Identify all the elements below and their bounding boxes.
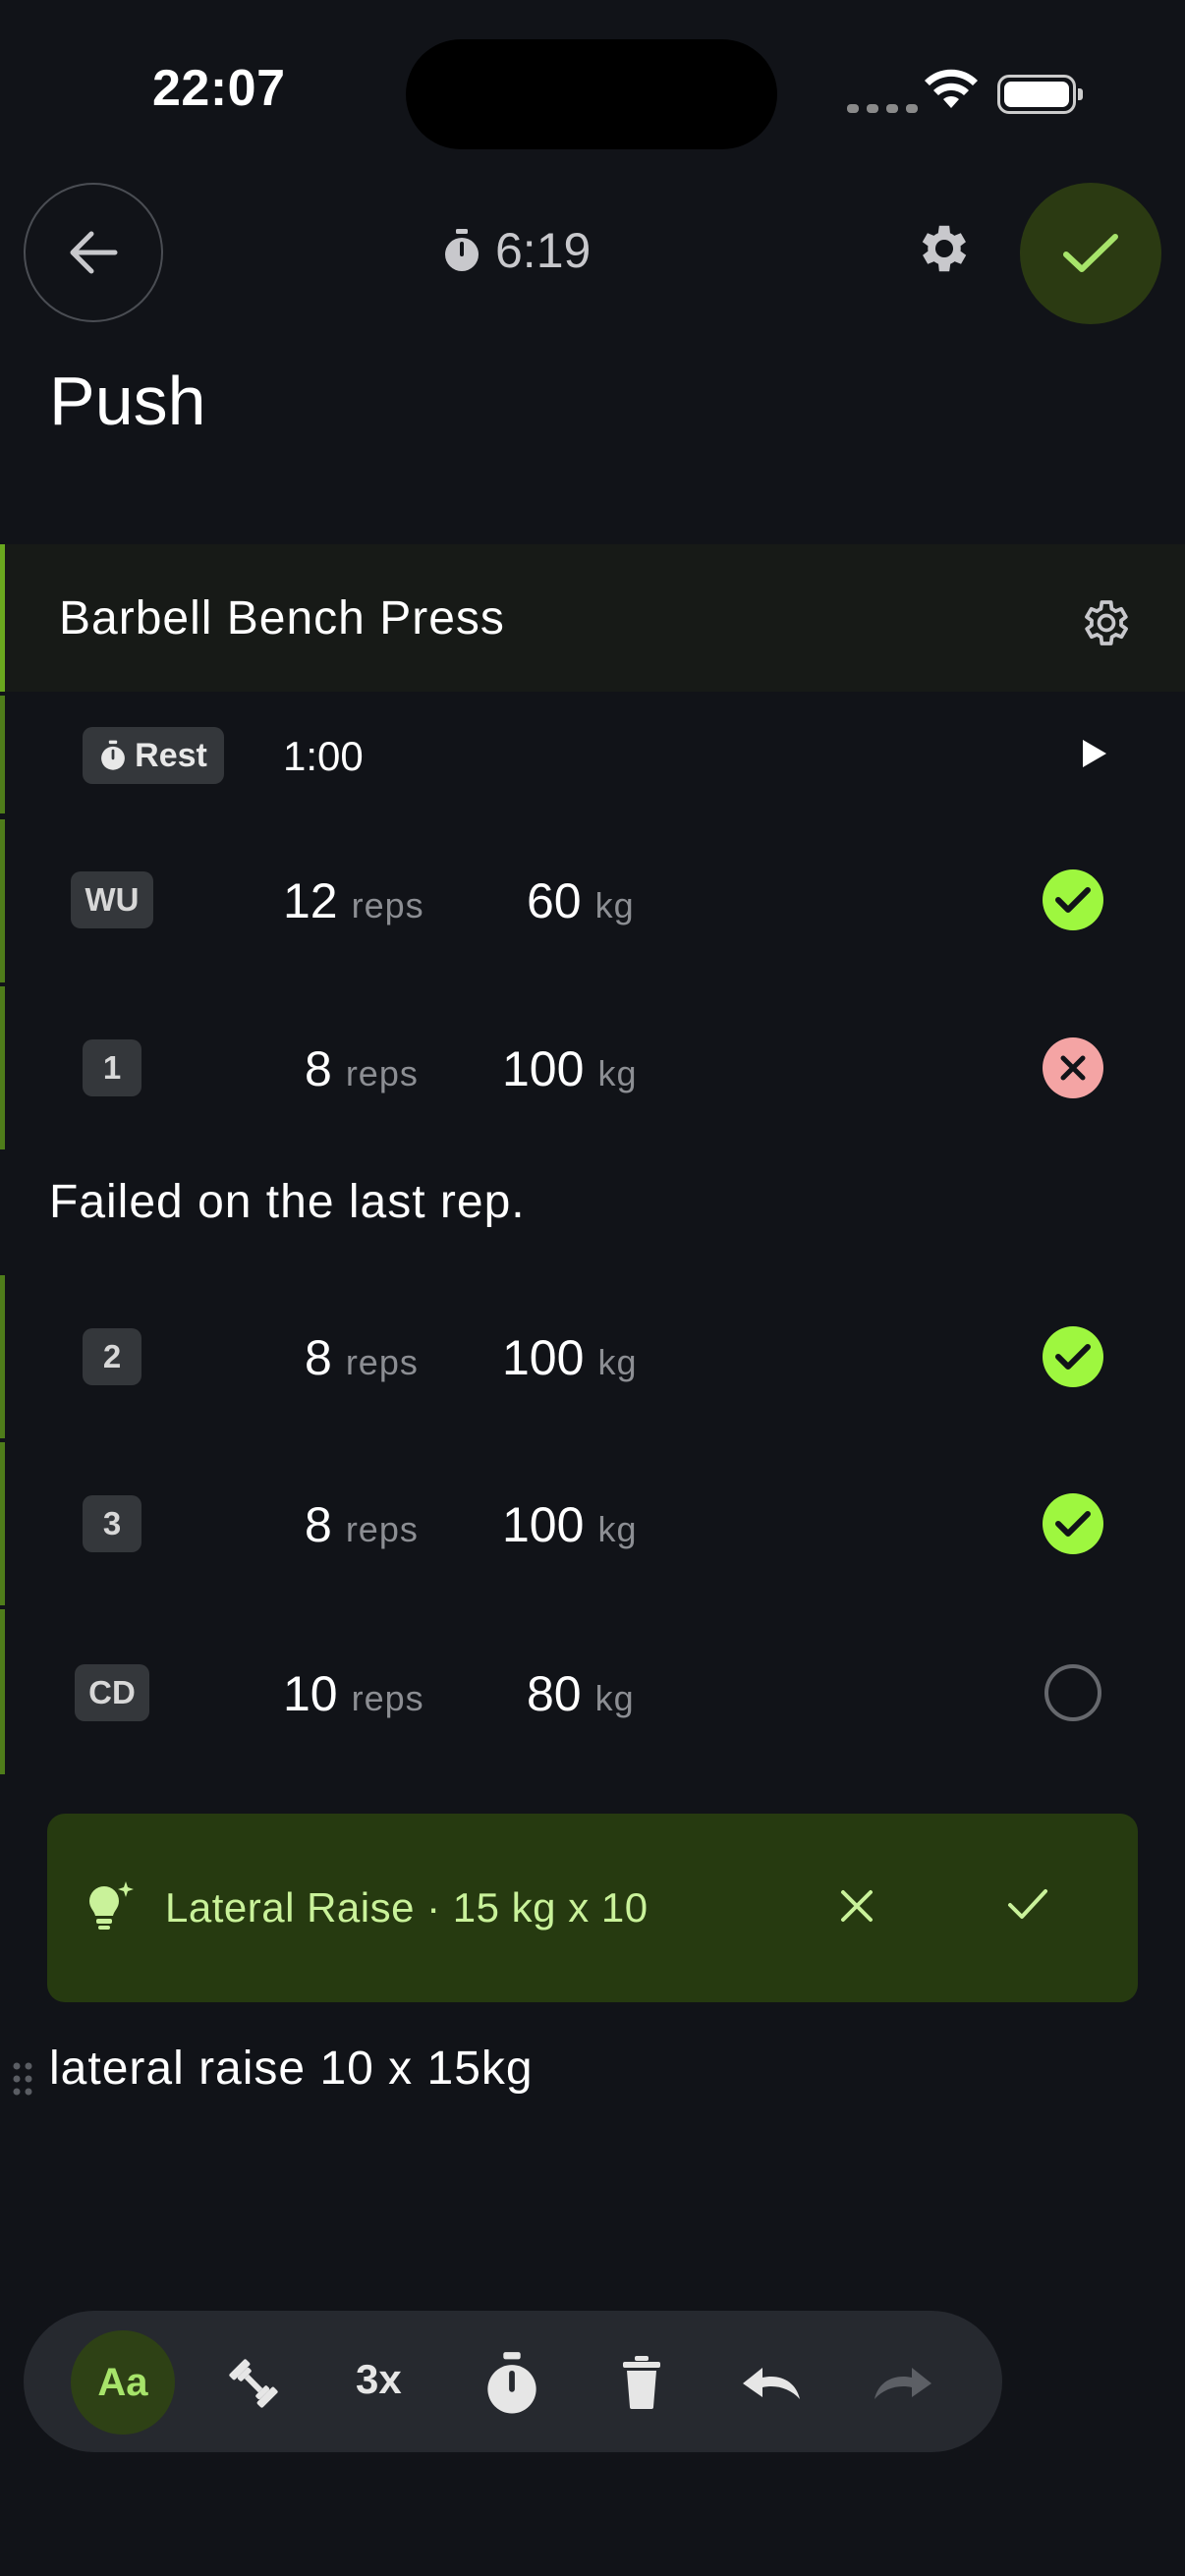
redo-button[interactable] — [869, 2360, 933, 2408]
close-icon — [1060, 1055, 1086, 1081]
check-icon — [1008, 1889, 1047, 1919]
workout-title: Push — [49, 363, 206, 439]
stopwatch-icon — [487, 2352, 536, 2414]
set-complete-checkbox[interactable] — [1043, 869, 1103, 930]
row-indicator — [0, 819, 5, 982]
start-rest-button[interactable] — [1077, 737, 1110, 775]
exercise-settings-button[interactable] — [1079, 595, 1134, 655]
set-badge[interactable]: 1 — [83, 1039, 141, 1096]
play-icon — [1083, 740, 1106, 767]
set-weight[interactable]: 80 kg — [527, 1665, 635, 1722]
check-icon — [1055, 1344, 1091, 1370]
row-indicator — [0, 696, 5, 813]
lightbulb-sparkle-icon — [83, 1878, 138, 1938]
set-reps[interactable]: 10 reps — [283, 1665, 424, 1722]
accept-suggestion-button[interactable] — [1006, 1886, 1049, 1927]
set-weight[interactable]: 100 kg — [502, 1040, 637, 1097]
set-badge[interactable]: 3 — [83, 1495, 141, 1552]
workout-timer: 6:19 — [442, 222, 591, 279]
finish-workout-button[interactable] — [1020, 183, 1161, 324]
rest-duration[interactable]: 1:00 — [283, 733, 364, 780]
set-weight[interactable]: 100 kg — [502, 1329, 637, 1386]
cellular-signal-icon — [847, 104, 918, 113]
set-badge[interactable]: 2 — [83, 1328, 141, 1385]
set-weight[interactable]: 100 kg — [502, 1496, 637, 1553]
gear-icon — [922, 225, 967, 272]
text-mode-button[interactable]: Aa — [71, 2330, 175, 2435]
stopwatch-icon — [445, 229, 479, 271]
undo-icon — [743, 2368, 800, 2399]
add-exercise-button[interactable] — [222, 2352, 285, 2420]
stopwatch-icon — [101, 740, 126, 770]
set-failed-checkbox[interactable] — [1043, 1037, 1103, 1098]
set-badge[interactable]: WU — [71, 871, 153, 928]
row-indicator — [0, 1609, 5, 1774]
row-indicator — [0, 1442, 5, 1605]
dynamic-island — [406, 39, 777, 149]
set-reps[interactable]: 8 reps — [305, 1329, 419, 1386]
set-note[interactable]: Failed on the last rep. — [49, 1175, 526, 1229]
set-badge[interactable]: CD — [75, 1664, 149, 1721]
checkmark-icon — [1063, 234, 1118, 272]
repeat-sets-button[interactable]: 3x — [356, 2356, 402, 2403]
rest-badge: Rest — [83, 727, 224, 784]
check-icon — [1055, 1511, 1091, 1537]
set-reps[interactable]: 12 reps — [283, 872, 424, 929]
back-button[interactable] — [24, 183, 163, 322]
trash-icon — [623, 2356, 660, 2409]
drag-handle-icon[interactable] — [12, 2061, 33, 2101]
battery-icon — [997, 75, 1083, 114]
suggestion-text: Lateral Raise · 15 kg x 10 — [165, 1884, 649, 1931]
undo-button[interactable] — [741, 2360, 806, 2408]
check-icon — [1055, 887, 1091, 913]
row-indicator — [0, 986, 5, 1149]
row-indicator — [0, 1275, 5, 1438]
add-rest-button[interactable] — [483, 2352, 540, 2420]
dismiss-suggestion-button[interactable] — [837, 1886, 876, 1931]
redo-icon — [875, 2368, 931, 2399]
workout-text-input[interactable]: lateral raise 10 x 15kg — [49, 2042, 534, 2096]
set-weight[interactable]: 60 kg — [527, 872, 635, 929]
close-icon — [841, 1890, 873, 1922]
arrow-left-icon — [70, 231, 118, 274]
dumbbell-icon — [229, 2359, 278, 2408]
set-complete-checkbox[interactable] — [1043, 1493, 1103, 1554]
status-time: 22:07 — [152, 60, 286, 117]
wifi-icon — [924, 69, 979, 115]
elapsed-time: 6:19 — [495, 223, 592, 278]
exercise-name: Barbell Bench Press — [59, 592, 505, 644]
set-pending-checkbox[interactable] — [1044, 1664, 1101, 1721]
rest-label: Rest — [135, 736, 207, 774]
delete-button[interactable] — [621, 2354, 662, 2416]
gear-outline-icon — [1085, 600, 1128, 645]
workout-settings-button[interactable] — [914, 218, 975, 284]
set-complete-checkbox[interactable] — [1043, 1326, 1103, 1387]
set-reps[interactable]: 8 reps — [305, 1496, 419, 1553]
set-reps[interactable]: 8 reps — [305, 1040, 419, 1097]
